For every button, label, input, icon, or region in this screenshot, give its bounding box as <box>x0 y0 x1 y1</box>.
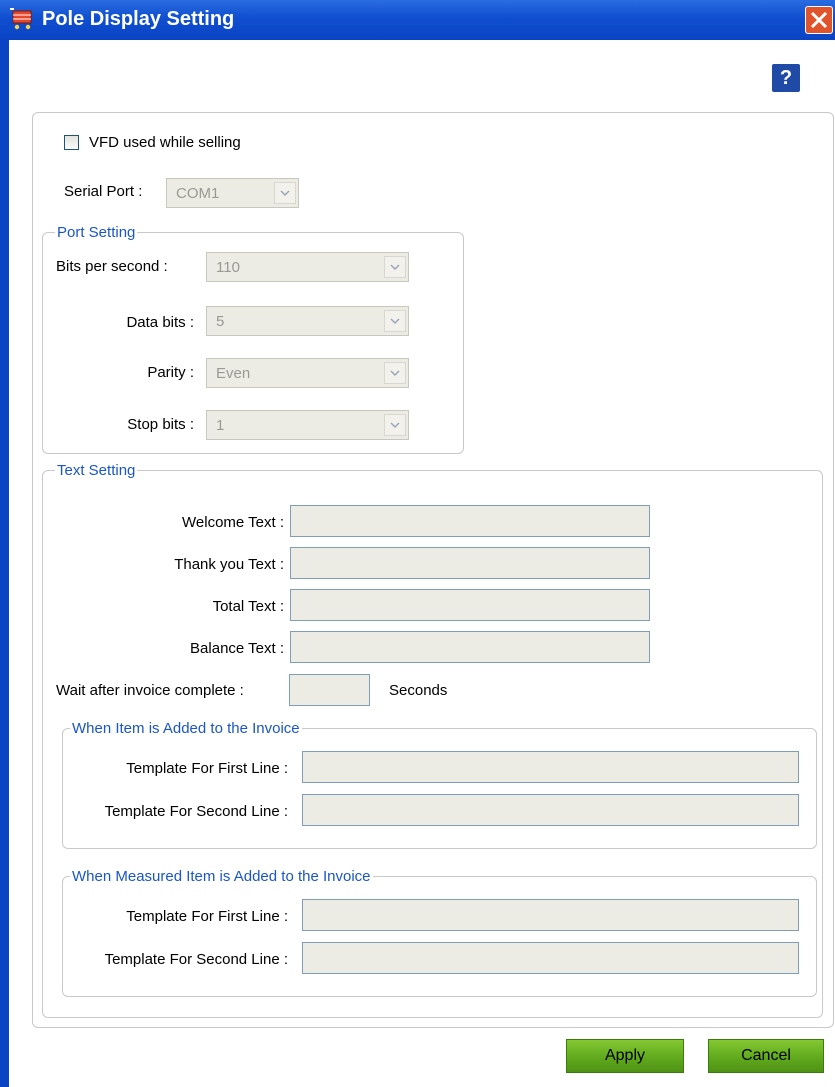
stop-bits-label: Stop bits : <box>127 416 194 433</box>
thank-you-text-input[interactable] <box>290 547 650 579</box>
close-icon <box>810 11 828 29</box>
stop-bits-select[interactable]: 1 <box>206 410 409 440</box>
chevron-down-icon <box>384 256 406 278</box>
balance-text-input[interactable] <box>290 631 650 663</box>
serial-port-label: Serial Port : <box>64 183 143 200</box>
item-added-title: When Item is Added to the Invoice <box>70 720 302 737</box>
apply-button[interactable]: Apply <box>566 1039 684 1073</box>
wait-after-invoice-label: Wait after invoice complete : <box>56 682 244 699</box>
item-first-line-input[interactable] <box>302 751 799 783</box>
chevron-down-icon <box>274 182 296 204</box>
seconds-label: Seconds <box>389 682 448 699</box>
balance-text-label: Balance Text : <box>190 640 284 657</box>
measured-added-title: When Measured Item is Added to the Invoi… <box>70 868 373 885</box>
item-added-group <box>62 728 817 849</box>
bits-per-second-value: 110 <box>216 259 240 276</box>
parity-value: Even <box>216 365 251 382</box>
close-button[interactable] <box>805 6 833 34</box>
bits-per-second-label: Bits per second : <box>56 258 168 275</box>
measured-second-line-input[interactable] <box>302 942 799 974</box>
port-setting-title: Port Setting <box>55 224 138 241</box>
item-first-line-label: Template For First Line : <box>126 760 288 777</box>
welcome-text-label: Welcome Text : <box>182 514 284 531</box>
window-frame <box>0 40 9 1087</box>
measured-second-line-label: Template For Second Line : <box>104 951 288 968</box>
vfd-checkbox-label: VFD used while selling <box>89 134 241 151</box>
chevron-down-icon <box>384 414 406 436</box>
serial-port-value: COM1 <box>176 185 220 202</box>
window-title: Pole Display Setting <box>42 8 235 30</box>
shopping-cart-icon <box>10 8 32 30</box>
data-bits-select[interactable]: 5 <box>206 306 409 336</box>
bits-per-second-select[interactable]: 110 <box>206 252 409 282</box>
total-text-label: Total Text : <box>212 598 284 615</box>
welcome-text-input[interactable] <box>290 505 650 537</box>
data-bits-value: 5 <box>216 313 225 330</box>
title-bar: Pole Display Setting <box>0 0 835 40</box>
item-second-line-label: Template For Second Line : <box>104 803 288 820</box>
chevron-down-icon <box>384 362 406 384</box>
serial-port-select[interactable]: COM1 <box>166 178 299 208</box>
data-bits-label: Data bits : <box>126 314 194 331</box>
thank-you-text-label: Thank you Text : <box>174 556 284 573</box>
parity-label: Parity : <box>147 364 194 381</box>
measured-added-group <box>62 876 817 997</box>
measured-first-line-input[interactable] <box>302 899 799 931</box>
stop-bits-value: 1 <box>216 417 225 434</box>
total-text-input[interactable] <box>290 589 650 621</box>
help-button[interactable]: ? <box>772 64 800 92</box>
help-icon: ? <box>779 67 793 89</box>
text-setting-title: Text Setting <box>55 462 138 479</box>
chevron-down-icon <box>384 310 406 332</box>
item-second-line-input[interactable] <box>302 794 799 826</box>
cancel-button[interactable]: Cancel <box>708 1039 824 1073</box>
vfd-checkbox[interactable] <box>64 135 79 150</box>
measured-first-line-label: Template For First Line : <box>126 908 288 925</box>
parity-select[interactable]: Even <box>206 358 409 388</box>
wait-seconds-input[interactable] <box>289 674 370 706</box>
